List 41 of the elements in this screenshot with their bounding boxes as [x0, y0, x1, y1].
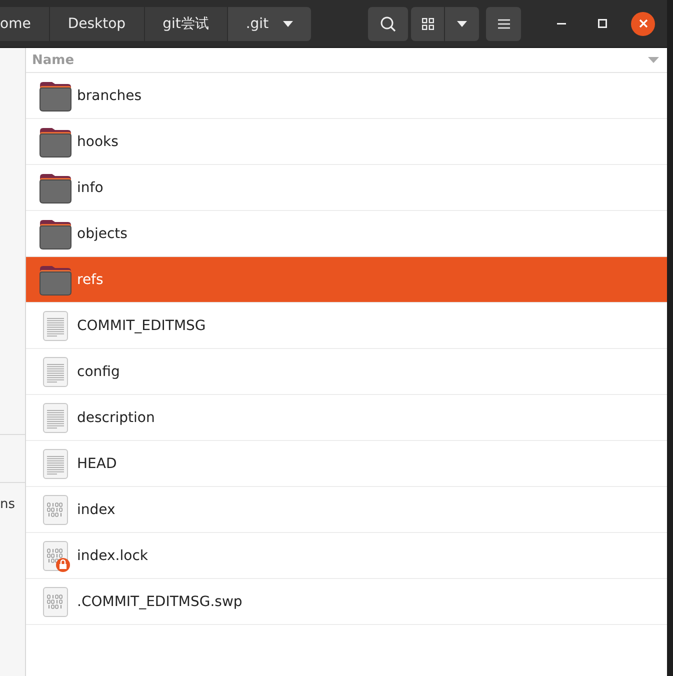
file-row[interactable]: .COMMIT_EDITMSG.swp — [26, 579, 667, 625]
sidebar-item[interactable]: ns — [0, 497, 16, 512]
path-button[interactable]: git尝试 — [144, 6, 228, 40]
path-button[interactable]: ome — [0, 6, 50, 40]
file-row[interactable]: hooks — [26, 119, 667, 165]
caret-icon — [457, 20, 467, 26]
grid-icon — [422, 18, 434, 30]
file-name: .COMMIT_EDITMSG.swp — [77, 594, 242, 610]
file-row[interactable]: config — [26, 349, 667, 395]
file-name: index.lock — [77, 548, 148, 564]
file-row[interactable]: description — [26, 395, 667, 441]
view-button[interactable] — [411, 6, 445, 40]
menu-button[interactable] — [486, 6, 521, 40]
file-row[interactable]: branches — [26, 73, 667, 119]
menu-icon — [498, 18, 510, 28]
file-row[interactable]: refs — [26, 257, 667, 303]
file-name: hooks — [77, 134, 118, 150]
file-row[interactable]: COMMIT_EDITMSG — [26, 303, 667, 349]
search-icon — [380, 16, 396, 32]
maximize-icon — [598, 19, 606, 28]
minimize-icon — [556, 22, 566, 24]
close-button[interactable] — [631, 12, 655, 36]
file-name: HEAD — [77, 456, 117, 472]
file-name: refs — [77, 272, 104, 288]
file-name: info — [77, 180, 104, 196]
file-row[interactable]: info — [26, 165, 667, 211]
file-name: index — [77, 502, 116, 518]
file-row[interactable]: index.lock — [26, 533, 667, 579]
path-button[interactable]: Desktop — [50, 6, 145, 40]
file-row[interactable]: index — [26, 487, 667, 533]
close-icon — [638, 19, 648, 28]
path-button[interactable]: .git — [228, 6, 311, 40]
view-options-button[interactable] — [445, 6, 479, 40]
search-button[interactable] — [368, 6, 408, 40]
caret-icon — [282, 20, 293, 26]
file-name: description — [77, 410, 155, 426]
file-name: branches — [77, 88, 142, 104]
file-name: config — [77, 364, 120, 380]
file-row[interactable]: HEAD — [26, 441, 667, 487]
file-name: COMMIT_EDITMSG — [77, 318, 206, 334]
file-name: objects — [77, 226, 128, 242]
